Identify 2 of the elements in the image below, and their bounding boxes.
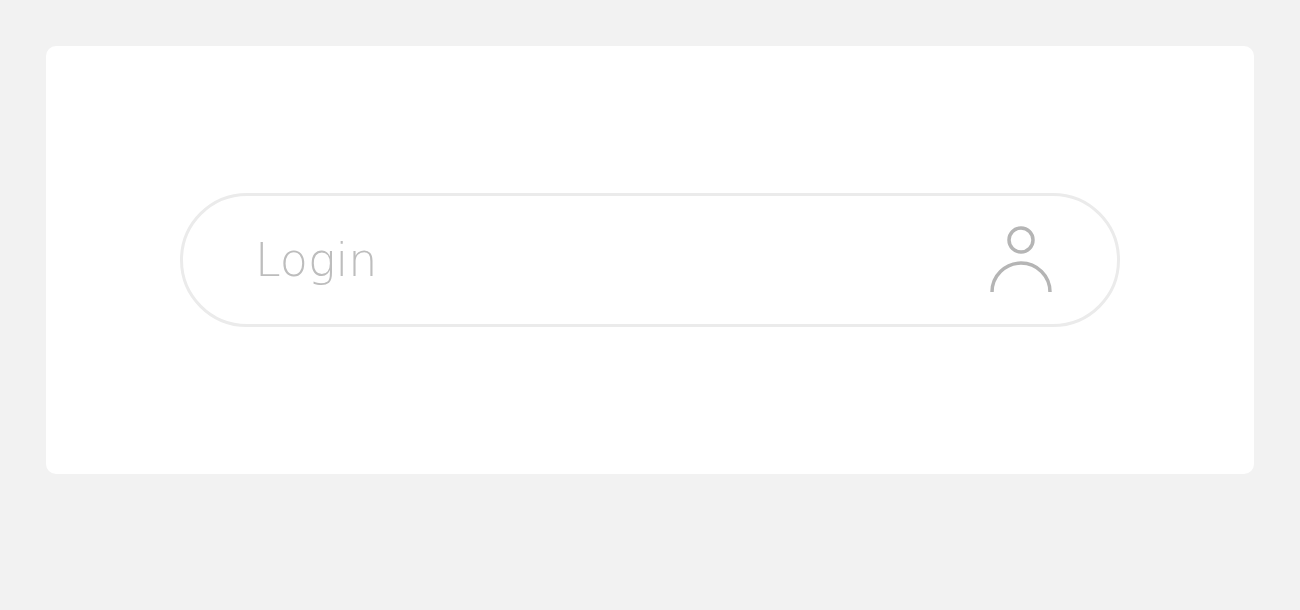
login-field[interactable]: Login	[180, 193, 1120, 327]
user-icon	[990, 226, 1052, 294]
